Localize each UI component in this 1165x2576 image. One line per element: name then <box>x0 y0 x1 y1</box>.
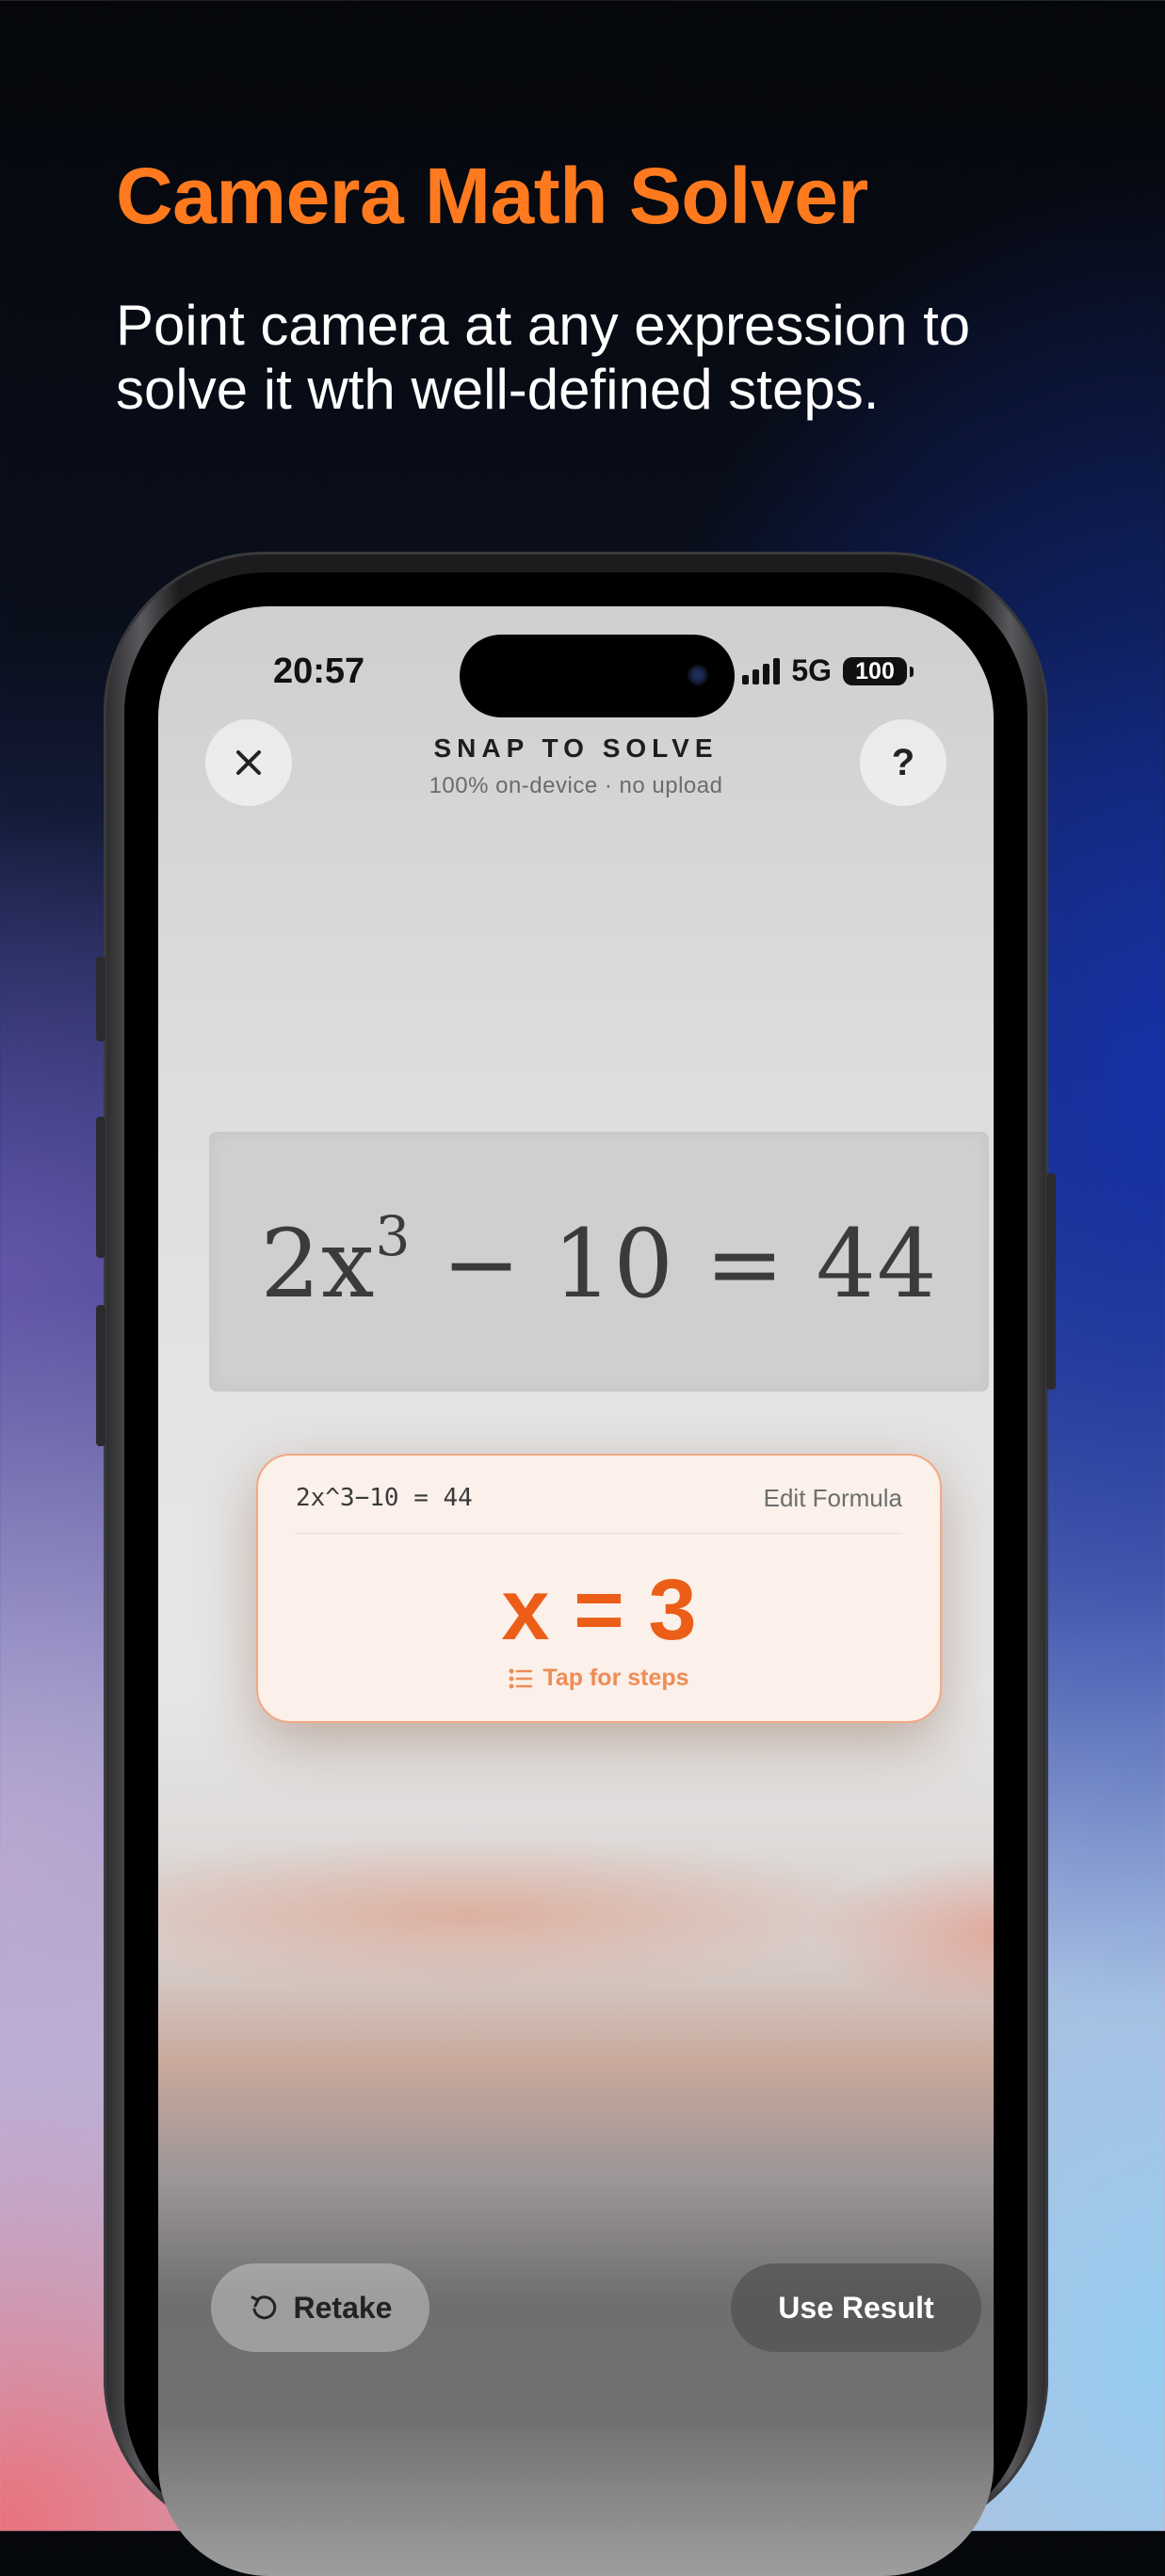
signal-icon <box>742 657 781 684</box>
captured-equation: 2x3 − 10 = 44 <box>260 1203 938 1319</box>
camera-blur-background <box>158 1830 994 2000</box>
camera-screen: 20:57 5G 100 SNAP TO SOLVE 100% on-devic… <box>158 606 994 2576</box>
status-indicators: 5G 100 <box>742 653 914 688</box>
front-camera-icon <box>688 665 708 685</box>
card-divider <box>296 1533 902 1534</box>
captured-equation-paper: 2x3 − 10 = 44 <box>209 1132 989 1392</box>
edit-formula-link[interactable]: Edit Formula <box>764 1484 902 1513</box>
tap-for-steps-button[interactable]: Tap for steps <box>258 1665 940 1692</box>
solution-answer: x = 3 <box>501 1562 697 1658</box>
battery-icon: 100 <box>843 656 914 685</box>
help-button[interactable]: ? <box>860 719 947 806</box>
recognized-formula: 2x^3−10 = 44 <box>296 1484 473 1512</box>
power-button <box>1046 1173 1056 1390</box>
phone-frame: 20:57 5G 100 SNAP TO SOLVE 100% on-devic… <box>96 552 1056 2576</box>
promo-subline: Point camera at any expression to solve … <box>116 294 971 421</box>
retake-button[interactable]: Retake <box>211 2263 429 2352</box>
network-label: 5G <box>791 653 832 687</box>
tap-for-steps-label: Tap for steps <box>542 1665 689 1691</box>
list-icon <box>509 1668 533 1688</box>
help-icon: ? <box>891 741 915 783</box>
retake-label: Retake <box>293 2290 393 2325</box>
volume-up-button <box>96 1117 105 1258</box>
result-card[interactable]: 2x^3−10 = 44 Edit Formula x = 3 Tap for … <box>256 1454 942 1723</box>
promo-headline: Camera Math Solver <box>116 152 868 240</box>
retake-icon <box>251 2295 276 2320</box>
status-time: 20:57 <box>273 652 365 691</box>
volume-down-button <box>96 1305 105 1446</box>
action-button <box>96 957 105 1041</box>
use-result-button[interactable]: Use Result <box>731 2263 981 2352</box>
phone-bezel: 20:57 5G 100 SNAP TO SOLVE 100% on-devic… <box>124 572 1027 2576</box>
use-result-label: Use Result <box>778 2290 934 2325</box>
dynamic-island <box>460 635 735 717</box>
